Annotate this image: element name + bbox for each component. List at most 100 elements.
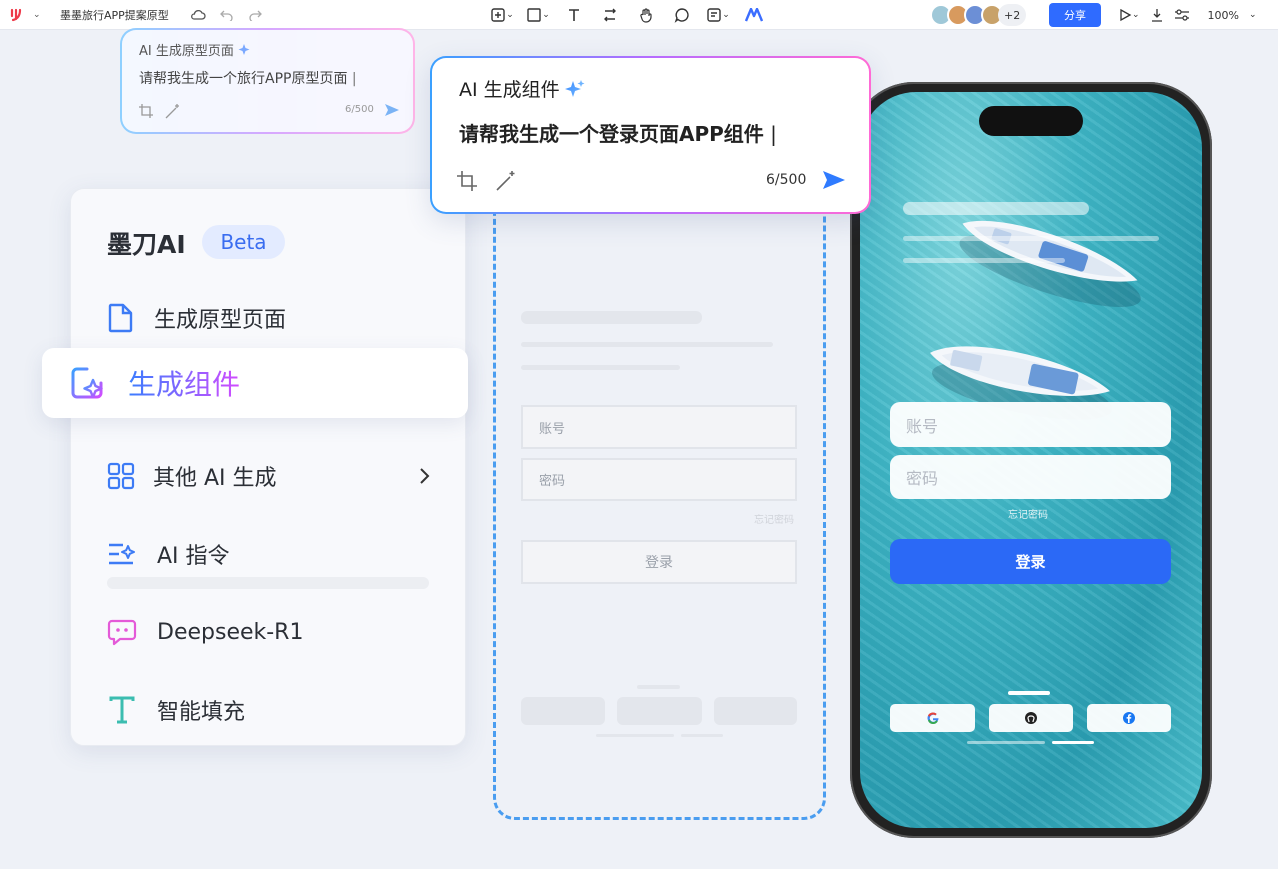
skeleton-line <box>107 577 429 589</box>
phone-screen: 账号 密码 忘记密码 登录 <box>860 92 1202 828</box>
google-icon <box>927 712 938 725</box>
ai-brand: 墨刀AI <box>107 230 186 259</box>
facebook-login-button[interactable] <box>1087 704 1171 732</box>
redo-icon[interactable] <box>248 9 262 21</box>
login-button[interactable]: 登录 <box>890 539 1171 584</box>
more-avatars-count: +2 <box>998 4 1027 26</box>
menu-item-label: Deepseek-R1 <box>157 619 304 645</box>
skeleton-line <box>521 311 702 324</box>
menu-item-smart-fill[interactable]: 智能填充 <box>71 687 466 733</box>
menu-item-label: 智能填充 <box>157 700 246 725</box>
undo-icon[interactable] <box>220 9 234 21</box>
wireframe-social-button[interactable] <box>617 697 702 725</box>
wireframe-password-field[interactable]: 密码 <box>521 458 797 501</box>
share-button[interactable]: 分享 <box>1049 3 1101 27</box>
prompt-title: AI 生成组件 <box>459 79 560 101</box>
magic-wand-icon[interactable] <box>494 170 518 192</box>
skeleton-line <box>637 685 680 689</box>
divider <box>1008 691 1050 695</box>
wireframe-forgot-link[interactable]: 忘记密码 <box>754 511 794 526</box>
chevron-down-icon[interactable]: ⌄ <box>33 10 41 20</box>
wireframe-account-field[interactable]: 账号 <box>521 405 797 449</box>
modao-logo-icon <box>10 8 22 22</box>
collaborator-avatars[interactable]: +2 <box>930 0 1027 30</box>
add-frame-icon <box>491 8 505 22</box>
zoom-level[interactable]: 100% <box>1208 9 1239 22</box>
menu-item-other-ai[interactable]: 其他 AI 生成 <box>71 453 466 499</box>
sparkle-icon <box>564 79 585 97</box>
menu-item-generate-page[interactable]: 生成原型页面 <box>71 295 466 341</box>
comment-icon <box>674 8 689 23</box>
text-icon <box>569 9 579 21</box>
preview-button[interactable]: ⌄ <box>1118 8 1140 22</box>
skeleton-line <box>521 342 773 347</box>
text-tool[interactable] <box>556 7 592 23</box>
note-tool[interactable]: ⌄ <box>700 7 736 23</box>
beta-badge: Beta <box>202 225 285 259</box>
instruction-icon <box>109 543 135 565</box>
char-counter: 6/500 <box>766 172 807 188</box>
skeleton-line <box>903 258 1065 263</box>
cloud-sync-icon <box>191 9 206 20</box>
account-input[interactable]: 账号 <box>890 402 1171 447</box>
chat-bubble-icon <box>107 619 137 646</box>
download-icon <box>1151 9 1162 22</box>
skeleton-line <box>596 734 674 737</box>
menu-item-label: 其他 AI 生成 <box>153 466 277 491</box>
top-toolbar: ⌄ 墨墨旅行APP提案原型 ⌄ ⌄ ⌄ +2 分享 ⌄ 100% ⌄ <box>0 0 1278 30</box>
hand-tool[interactable] <box>628 7 664 23</box>
settings-button[interactable] <box>1174 8 1190 22</box>
menu-item-label: 生成组件 <box>128 363 240 403</box>
component-sparkle-icon <box>71 367 103 399</box>
wireframe-login-component[interactable]: 账号 密码 忘记密码 登录 <box>493 206 826 820</box>
menu-item-deepseek[interactable]: Deepseek-R1 <box>71 609 466 655</box>
dynamic-island <box>979 106 1083 136</box>
skeleton-line <box>903 236 1159 241</box>
prompt-card-page: AI 生成原型页面 请帮我生成一个旅行APP原型页面 | 6/500 <box>120 28 415 134</box>
logo[interactable]: ⌄ <box>10 0 41 30</box>
crop-icon[interactable] <box>138 103 154 119</box>
connector-tool[interactable] <box>592 7 628 23</box>
note-icon <box>707 8 721 22</box>
shape-tool[interactable]: ⌄ <box>520 7 556 23</box>
prompt-input[interactable]: 请帮我生成一个登录页面APP组件 | <box>459 118 777 147</box>
wireframe-social-button[interactable] <box>521 697 605 725</box>
char-counter: 6/500 <box>345 104 374 115</box>
github-login-button[interactable] <box>989 704 1073 732</box>
prompt-card-component: AI 生成组件 请帮我生成一个登录页面APP组件 | 6/500 <box>430 56 871 214</box>
wireframe-login-button[interactable]: 登录 <box>521 540 797 584</box>
design-canvas[interactable]: 墨刀AI Beta 生成原型页面 其他 AI 生成 AI 指令 Deepseek… <box>0 28 1278 869</box>
skeleton-line <box>1052 741 1094 744</box>
chevron-right-icon <box>420 468 430 484</box>
grid-icon <box>107 462 135 490</box>
sliders-icon <box>1174 9 1189 21</box>
connector-icon <box>604 8 616 22</box>
github-icon <box>1025 712 1037 724</box>
phone-frame: 账号 密码 忘记密码 登录 <box>850 82 1212 838</box>
skeleton-line <box>967 741 1045 744</box>
menu-item-label: AI 指令 <box>157 544 230 569</box>
ai-tool[interactable] <box>736 8 772 22</box>
chevron-down-icon[interactable]: ⌄ <box>1249 10 1257 20</box>
forgot-password-link[interactable]: 忘记密码 <box>1008 506 1048 521</box>
play-icon <box>1120 8 1132 22</box>
send-icon[interactable] <box>384 102 400 118</box>
magic-wand-icon[interactable] <box>164 103 182 119</box>
send-icon[interactable] <box>822 169 846 191</box>
comment-tool[interactable] <box>664 7 700 23</box>
hand-icon <box>640 8 652 23</box>
menu-item-ai-instruction[interactable]: AI 指令 <box>71 531 466 577</box>
facebook-icon <box>1123 712 1135 724</box>
ai-logo-icon <box>745 8 763 22</box>
wireframe-social-button[interactable] <box>714 697 797 725</box>
insert-tool[interactable]: ⌄ <box>484 7 520 23</box>
menu-item-generate-component[interactable]: 生成组件 <box>42 348 468 418</box>
password-input[interactable]: 密码 <box>890 455 1171 499</box>
ai-panel: 墨刀AI Beta 生成原型页面 其他 AI 生成 AI 指令 Deepseek… <box>70 188 466 746</box>
document-title[interactable]: 墨墨旅行APP提案原型 <box>60 0 169 30</box>
download-button[interactable] <box>1150 8 1164 22</box>
google-login-button[interactable] <box>890 704 975 732</box>
prompt-input[interactable]: 请帮我生成一个旅行APP原型页面 | <box>139 68 357 88</box>
prompt-title: AI 生成原型页面 <box>139 44 234 59</box>
crop-icon[interactable] <box>456 170 478 192</box>
